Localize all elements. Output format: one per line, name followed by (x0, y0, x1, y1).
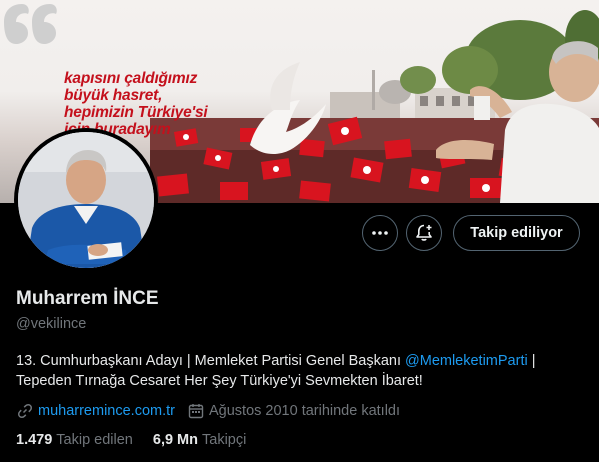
following-count: 1.479 (16, 432, 53, 448)
profile-handle: @vekilince (16, 316, 87, 332)
profile-meta: muharremince.com.tr Ağustos 2010 tarihin… (16, 401, 400, 421)
notifications-button[interactable] (406, 215, 442, 251)
joined-date: Ağustos 2010 tarihinde katıldı (208, 403, 401, 419)
following-stat[interactable]: 1.479 Takip edilen (16, 432, 133, 448)
banner-line: hepimizin Türkiye'si (64, 104, 208, 121)
bio-text: | (527, 353, 536, 369)
bio-line: 13. Cumhurbaşkanı Adayı | Memleket Parti… (16, 351, 586, 371)
followers-stat[interactable]: 6,9 Mn Takipçi (153, 432, 246, 448)
profile-bio: 13. Cumhurbaşkanı Adayı | Memleket Parti… (16, 351, 586, 391)
profile-name: Muharrem İNCE (16, 288, 159, 309)
profile-avatar[interactable] (14, 128, 158, 272)
followers-count: 6,9 Mn (152, 432, 198, 448)
avatar-photo (18, 132, 154, 268)
banner-line: büyük hasret, (64, 87, 163, 104)
bell-plus-icon (416, 224, 432, 241)
link-icon (16, 402, 34, 420)
following-button[interactable]: Takip ediliyor (453, 215, 580, 251)
bio-line: Tepeden Tırnağa Cesaret Her Şey Türkiye'… (16, 373, 423, 389)
more-button[interactable] (362, 215, 398, 251)
follow-stats: 1.479 Takip edilen 6,9 Mn Takipçi (16, 432, 266, 448)
following-label: Takip edilen (56, 432, 133, 448)
profile-page: kapısını çaldığımız büyük hasret, hepimi… (0, 0, 599, 462)
calendar-icon (187, 402, 205, 420)
website-link[interactable]: muharremince.com.tr (38, 403, 175, 419)
quote-mark-icon (4, 4, 57, 44)
banner-line: kapısını çaldığımız (64, 70, 198, 87)
more-icon (372, 231, 388, 235)
bio-text: 13. Cumhurbaşkanı Adayı | Memleket Parti… (16, 353, 406, 369)
followers-label: Takipçi (202, 432, 247, 448)
bio-mention-link[interactable]: @MemleketimParti (405, 353, 528, 369)
